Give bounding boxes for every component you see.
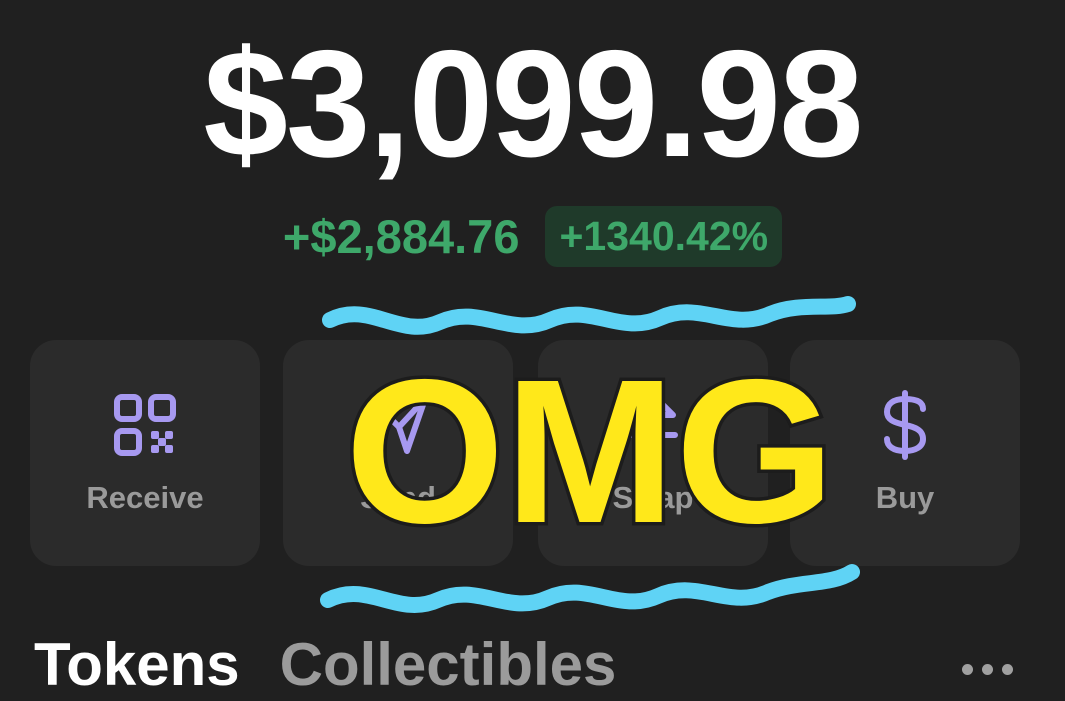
balance-change-row: +$2,884.76 +1340.42% xyxy=(0,206,1065,267)
receive-label: Receive xyxy=(86,480,204,515)
more-dot xyxy=(1002,664,1013,675)
change-amount: +$2,884.76 xyxy=(282,210,520,263)
action-buttons: Receive Send Swap Buy xyxy=(30,340,1020,566)
bottom-squiggle xyxy=(320,564,860,613)
buy-button[interactable]: Buy xyxy=(790,340,1020,566)
top-squiggle xyxy=(322,296,856,335)
more-dot xyxy=(982,664,993,675)
swap-button[interactable]: Swap xyxy=(538,340,768,566)
tab-collectibles[interactable]: Collectibles xyxy=(280,635,617,695)
ellipsis-icon[interactable] xyxy=(962,664,1013,675)
swap-label: Swap xyxy=(612,480,694,515)
swap-icon xyxy=(538,390,768,460)
more-dot xyxy=(962,664,973,675)
change-percent-badge: +1340.42% xyxy=(545,206,783,267)
buy-label: Buy xyxy=(875,480,935,515)
dollar-icon xyxy=(790,390,1020,460)
portfolio-tabs: Tokens Collectibles xyxy=(34,635,616,695)
total-balance: $3,099.98 xyxy=(203,19,863,189)
qr-code-icon xyxy=(30,390,260,460)
send-button[interactable]: Send xyxy=(283,340,513,566)
tab-tokens[interactable]: Tokens xyxy=(34,635,240,695)
send-arrow-icon xyxy=(283,390,513,460)
send-label: Send xyxy=(360,480,436,515)
receive-button[interactable]: Receive xyxy=(30,340,260,566)
